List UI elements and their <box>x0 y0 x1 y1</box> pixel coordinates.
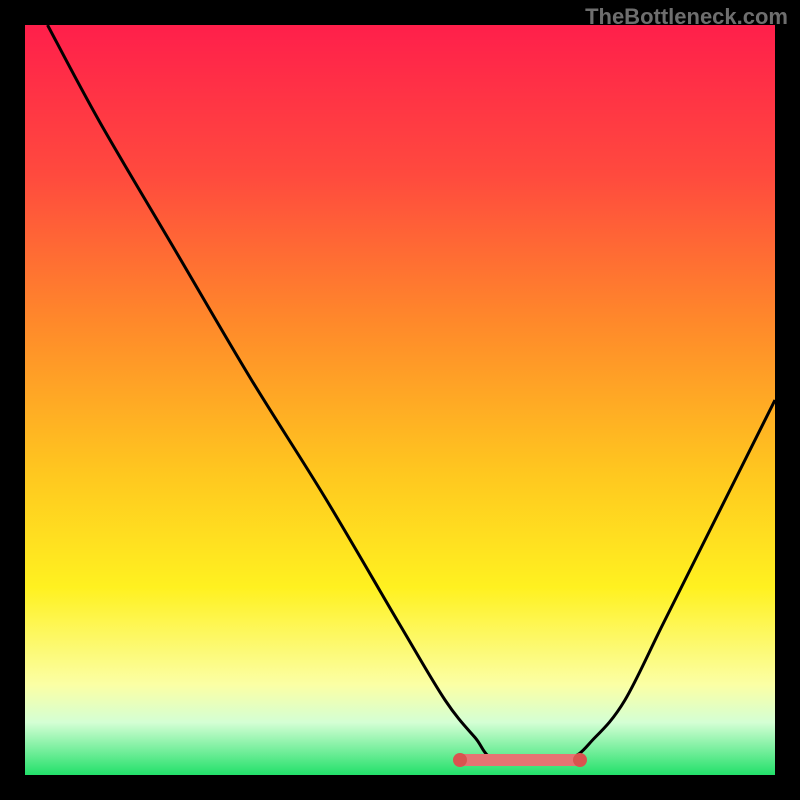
gradient-background <box>25 25 775 775</box>
marker-dot <box>573 753 587 767</box>
plot-area <box>25 25 775 775</box>
marker-dot <box>453 753 467 767</box>
chart-frame: TheBottleneck.com <box>0 0 800 800</box>
watermark-text: TheBottleneck.com <box>585 4 788 30</box>
chart-svg <box>25 25 775 775</box>
